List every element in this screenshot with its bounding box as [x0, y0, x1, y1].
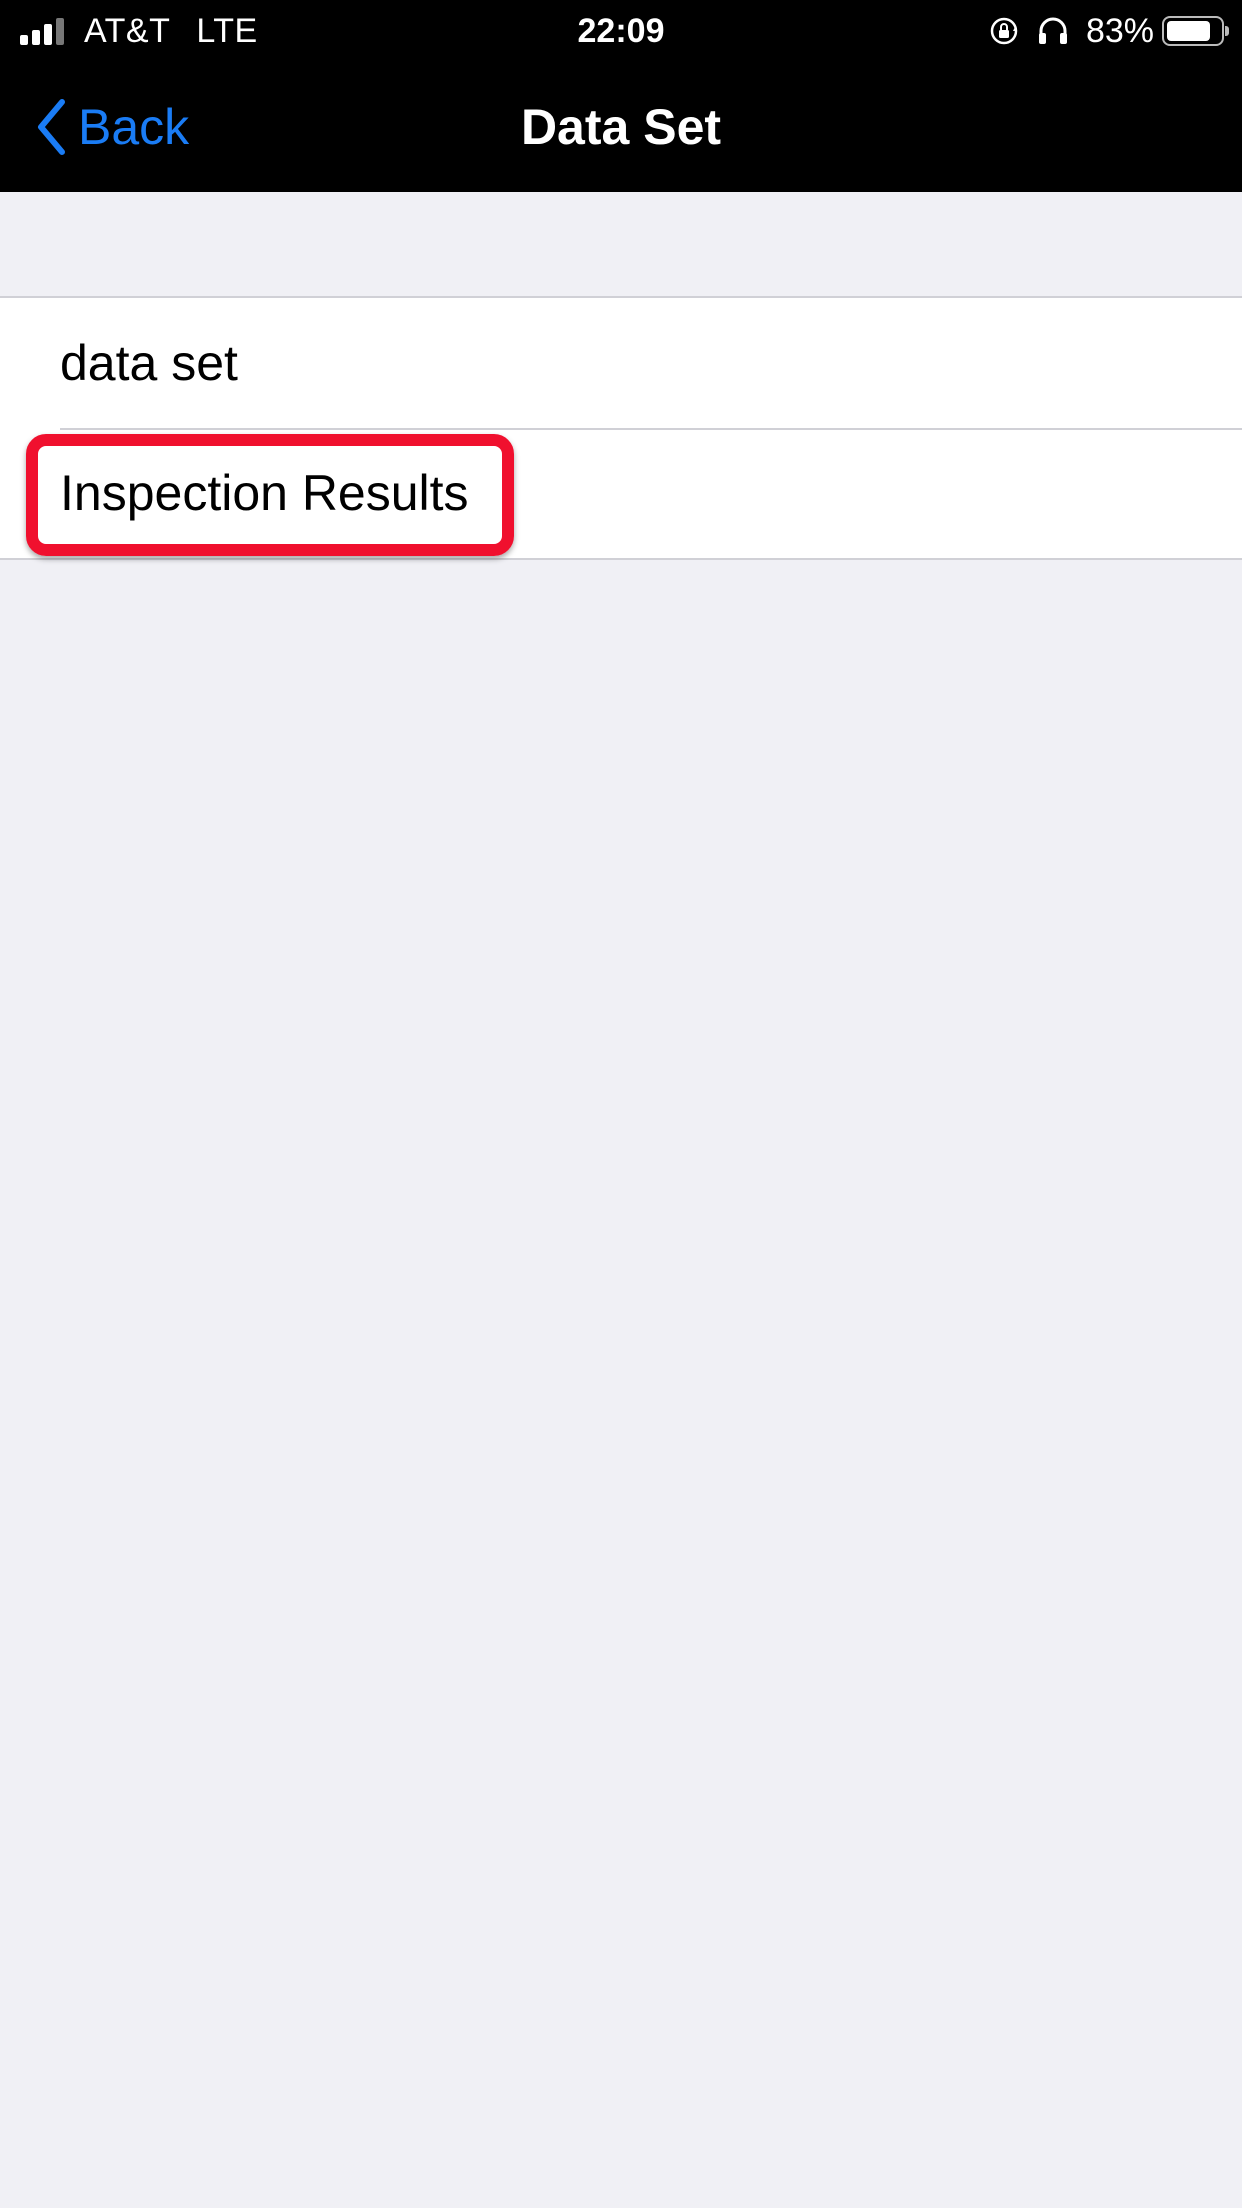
page-title: Data Set: [520, 99, 722, 155]
status-right: 83%: [988, 0, 1229, 62]
battery-percent: 83%: [1085, 11, 1154, 50]
list-item-label: Inspection Results: [60, 465, 469, 521]
headphones-icon: [1036, 15, 1070, 47]
battery-icon: [1162, 16, 1229, 46]
list-item-label: data set: [60, 335, 238, 391]
navigation-bar: Back Data Set: [0, 62, 1242, 192]
battery-level: [1167, 21, 1210, 41]
status-bar: AT&T LTE 22:09 83%: [0, 0, 1242, 62]
orientation-lock-icon: [988, 15, 1020, 47]
list-item-inspection-results[interactable]: Inspection Results: [0, 428, 1242, 558]
list-item-data-set[interactable]: data set: [0, 298, 1242, 428]
data-set-list: data set Inspection Results: [0, 296, 1242, 560]
